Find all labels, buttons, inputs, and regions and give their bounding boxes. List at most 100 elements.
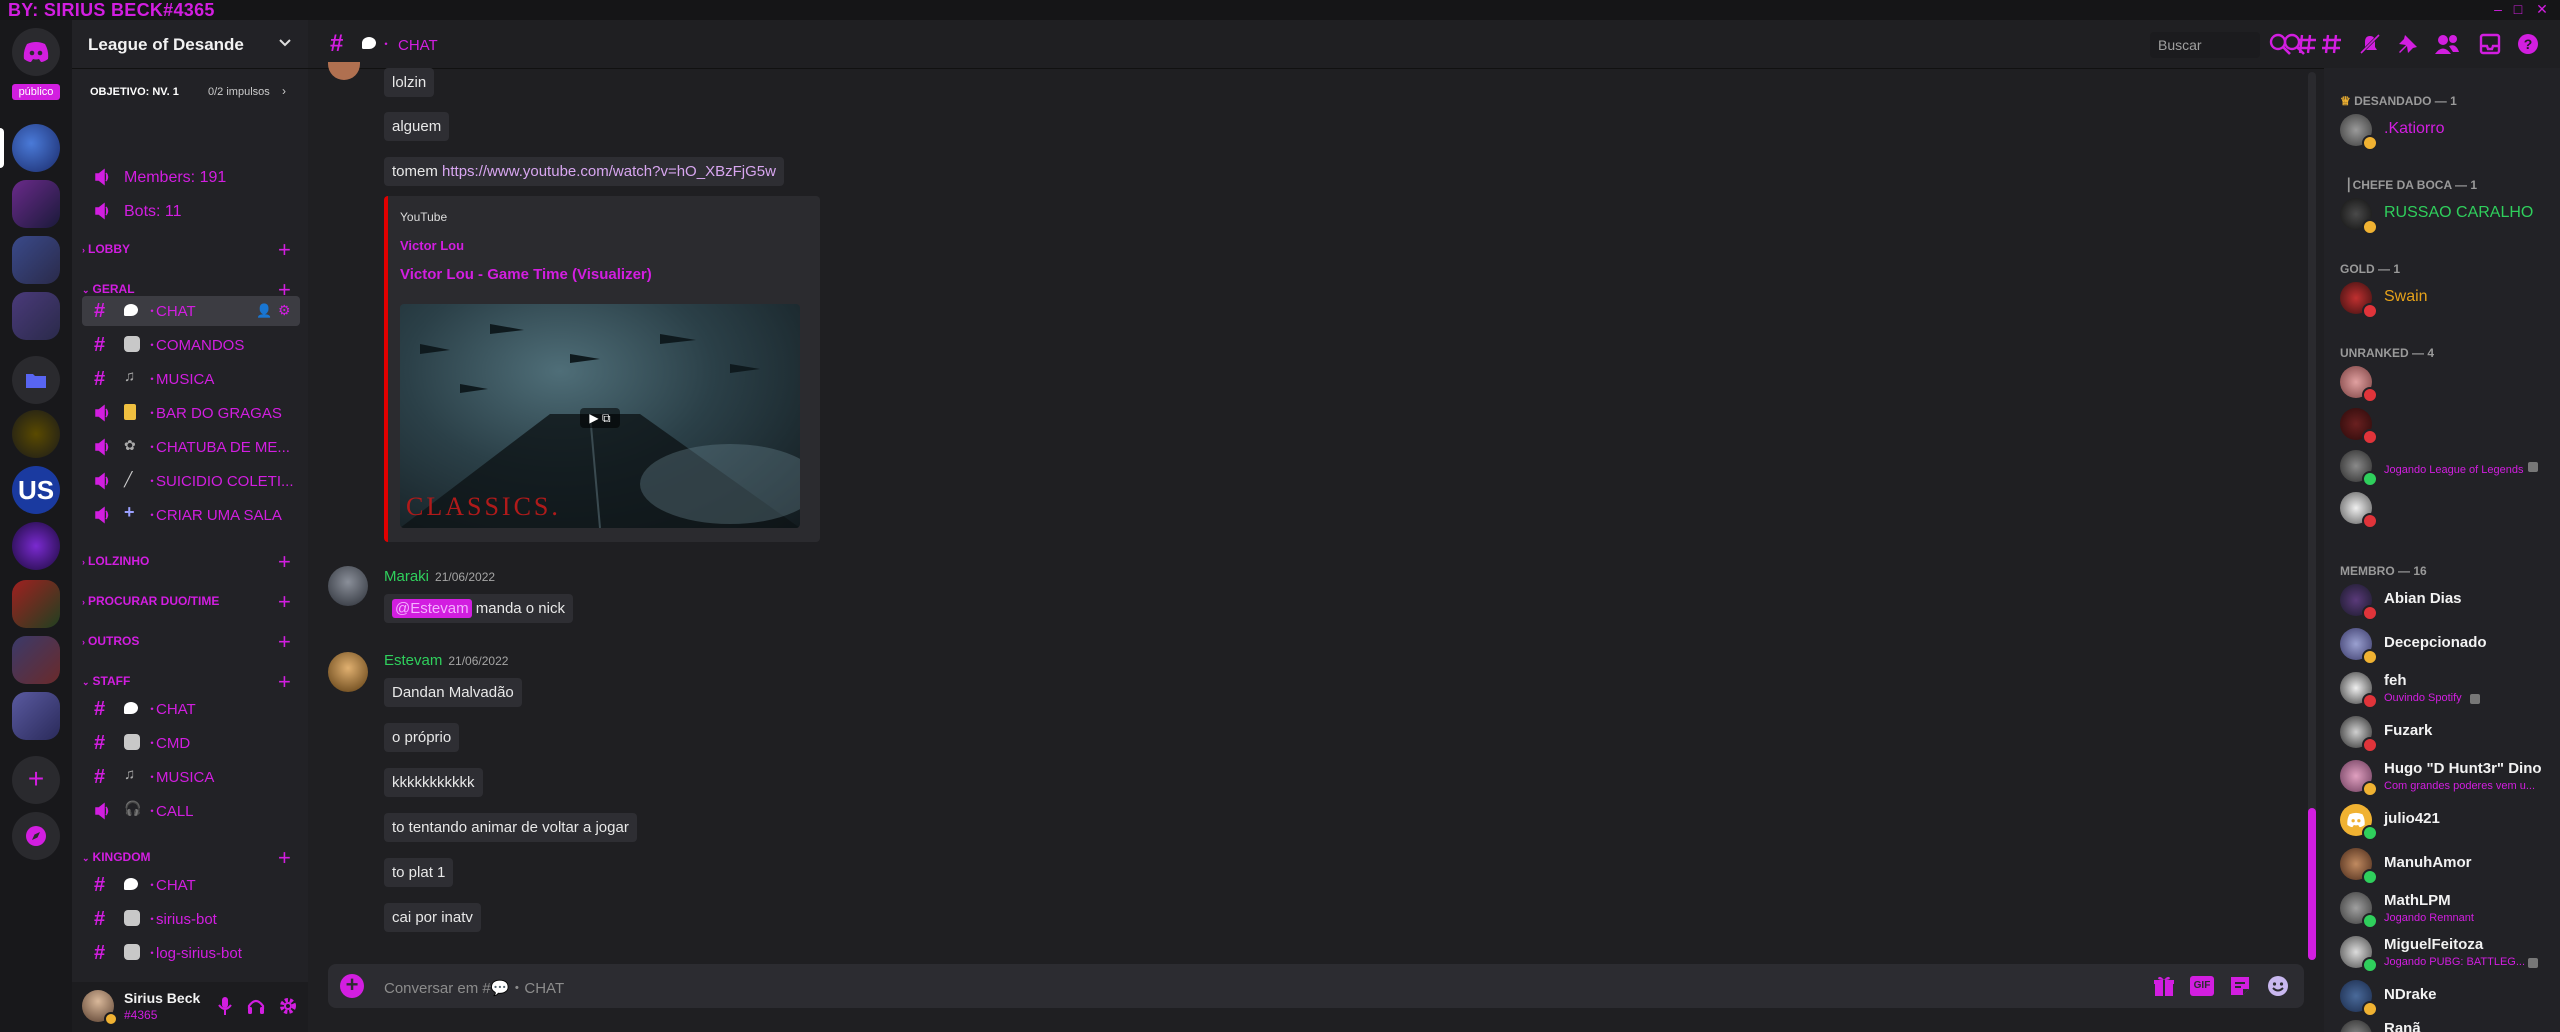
- category-staff[interactable]: ⌄ STAFF: [82, 674, 130, 688]
- attach-plus-icon[interactable]: +: [340, 974, 364, 998]
- gear-icon[interactable]: ⚙: [278, 302, 291, 319]
- headphones-icon[interactable]: [246, 996, 266, 1016]
- inbox-icon[interactable]: [2478, 32, 2502, 56]
- emoji-icon[interactable]: [2266, 974, 2290, 998]
- avatar[interactable]: [328, 652, 368, 692]
- message-link[interactable]: https://www.youtube.com/watch?v=hO_XBzFj…: [442, 163, 776, 180]
- add-channel-icon[interactable]: +: [278, 239, 291, 261]
- member-item[interactable]: RUSSAO CARALHO: [2340, 194, 2560, 235]
- channel-criar-sala[interactable]: + ・ CRIAR UMA SALA: [82, 500, 300, 530]
- member-item[interactable]: Swain: [2340, 278, 2560, 319]
- scrollbar-thumb[interactable]: [2308, 808, 2316, 960]
- video-thumbnail[interactable]: ▶ ⧉ CLASSICS.: [400, 304, 800, 528]
- stat-members[interactable]: Members: 191: [82, 162, 300, 192]
- server-icon[interactable]: [12, 522, 60, 570]
- server-us[interactable]: US: [12, 466, 60, 514]
- category-procurar[interactable]: › PROCURAR DUO/TIME: [82, 594, 219, 608]
- member-item[interactable]: [2340, 404, 2560, 445]
- category-lolzinho[interactable]: › LOLZINHO: [82, 554, 149, 568]
- message-author[interactable]: Estevam: [384, 652, 442, 669]
- members-icon[interactable]: [2434, 32, 2460, 56]
- search-input[interactable]: Buscar: [2150, 32, 2260, 58]
- threads-icon[interactable]: [2320, 32, 2344, 56]
- play-button[interactable]: ▶ ⧉: [580, 408, 620, 428]
- category-geral[interactable]: ⌄ GERAL: [82, 282, 135, 296]
- member-item[interactable]: MathLPM Jogando Remnant: [2340, 888, 2560, 929]
- gif-icon[interactable]: GIF: [2190, 976, 2214, 996]
- server-folder[interactable]: [12, 580, 60, 628]
- status-dnd-icon: [2362, 429, 2378, 445]
- mute-bell-icon[interactable]: [2358, 32, 2382, 56]
- add-channel-icon[interactable]: +: [278, 631, 291, 653]
- channel-sirius-bot[interactable]: # ・ sirius-bot: [82, 904, 300, 934]
- minimize-icon[interactable]: –: [2490, 1, 2506, 17]
- category-kingdom[interactable]: ⌄ KINGDOM: [82, 850, 151, 864]
- close-icon[interactable]: ✕: [2534, 1, 2550, 18]
- add-server-button[interactable]: +: [12, 756, 60, 804]
- server-icon[interactable]: [12, 410, 60, 458]
- server-header[interactable]: League of Desande: [72, 20, 308, 69]
- add-channel-icon[interactable]: +: [278, 551, 291, 573]
- member-item[interactable]: NDrake: [2340, 976, 2560, 1017]
- channel-staff-cmd[interactable]: # ・ CMD: [82, 728, 300, 758]
- avatar[interactable]: [328, 566, 368, 606]
- server-league-of-desande[interactable]: [12, 124, 60, 172]
- member-item[interactable]: Decepcionado: [2340, 624, 2560, 665]
- maximize-icon[interactable]: □: [2510, 1, 2526, 17]
- member-item[interactable]: [2340, 488, 2560, 529]
- stat-bots[interactable]: Bots: 11: [82, 196, 300, 226]
- message-composer[interactable]: + Conversar em #💬・CHAT GIF: [328, 964, 2304, 1008]
- member-item[interactable]: feh Ouvindo Spotify: [2340, 668, 2560, 709]
- channel-log-sirius-bot[interactable]: # ・ log-sirius-bot: [82, 938, 300, 968]
- gift-icon[interactable]: [2152, 974, 2176, 998]
- channel-musica[interactable]: # ♫ ・ MUSICA: [82, 364, 300, 394]
- channel-staff-chat[interactable]: # ・ CHAT: [82, 694, 300, 724]
- server-folder[interactable]: [12, 636, 60, 684]
- member-item[interactable]: [2340, 362, 2560, 403]
- channel-bar-do-gragas[interactable]: ・ BAR DO GRAGAS: [82, 398, 300, 428]
- pin-icon[interactable]: [2396, 32, 2420, 56]
- add-channel-icon[interactable]: +: [278, 671, 291, 693]
- microphone-icon[interactable]: [218, 996, 232, 1016]
- add-channel-icon[interactable]: +: [278, 847, 291, 869]
- member-item[interactable]: ManuhAmor: [2340, 844, 2560, 885]
- member-item[interactable]: MiguelFeitoza Jogando PUBG: BATTLEG...: [2340, 932, 2560, 973]
- help-icon[interactable]: ?: [2516, 32, 2540, 56]
- embed-author[interactable]: Victor Lou: [400, 238, 464, 253]
- embed-title[interactable]: Victor Lou - Game Time (Visualizer): [400, 266, 652, 283]
- category-lobby[interactable]: › LOBBY: [82, 242, 130, 256]
- member-item[interactable]: julio421: [2340, 800, 2560, 841]
- member-item[interactable]: Jogando League of Legends: [2340, 446, 2560, 487]
- member-item[interactable]: Fuzark: [2340, 712, 2560, 753]
- discord-home-button[interactable]: [12, 28, 60, 76]
- gear-icon[interactable]: [278, 996, 298, 1016]
- sticker-icon[interactable]: [2228, 974, 2252, 998]
- category-outros[interactable]: › OUTROS: [82, 634, 139, 648]
- status-idle-icon: [2362, 781, 2378, 797]
- member-name: Fuzark: [2384, 722, 2433, 739]
- server-folder[interactable]: [12, 236, 60, 284]
- avatar[interactable]: [328, 62, 360, 80]
- channel-kingdom-chat[interactable]: # ・ CHAT: [82, 870, 300, 900]
- channel-staff-call[interactable]: 🎧 ・ CALL: [82, 796, 300, 826]
- member-item[interactable]: .Katiorro: [2340, 110, 2560, 151]
- channel-chat[interactable]: # ・ CHAT 👤 ⚙: [82, 296, 300, 326]
- server-folder[interactable]: [12, 292, 60, 340]
- explore-button[interactable]: [12, 812, 60, 860]
- invite-icon[interactable]: 👤: [256, 303, 272, 319]
- channel-staff-musica[interactable]: # ♫ ・ MUSICA: [82, 762, 300, 792]
- add-channel-icon[interactable]: +: [278, 591, 291, 613]
- channel-suicidio[interactable]: ╱ ・ SUICIDIO COLETI...: [82, 466, 300, 496]
- folder-button[interactable]: [12, 356, 60, 404]
- message-author[interactable]: Maraki: [384, 568, 429, 585]
- server-icon[interactable]: [12, 180, 60, 228]
- mention[interactable]: @Estevam: [392, 599, 472, 618]
- server-folder[interactable]: [12, 692, 60, 740]
- member-item[interactable]: Hugo "D Hunt3r" Dino Com grandes poderes…: [2340, 756, 2560, 797]
- channel-comandos[interactable]: # ・ COMANDOS: [82, 330, 300, 360]
- channel-chatuba[interactable]: ✿ ・ CHATUBA DE ME...: [82, 432, 300, 462]
- member-item[interactable]: Ranã: [2340, 1016, 2560, 1032]
- member-item[interactable]: Abian Dias: [2340, 580, 2560, 621]
- boost-goal[interactable]: OBJETIVO: NV. 1 0/2 impulsos ›: [72, 76, 308, 106]
- search-icon[interactable]: [2282, 32, 2306, 56]
